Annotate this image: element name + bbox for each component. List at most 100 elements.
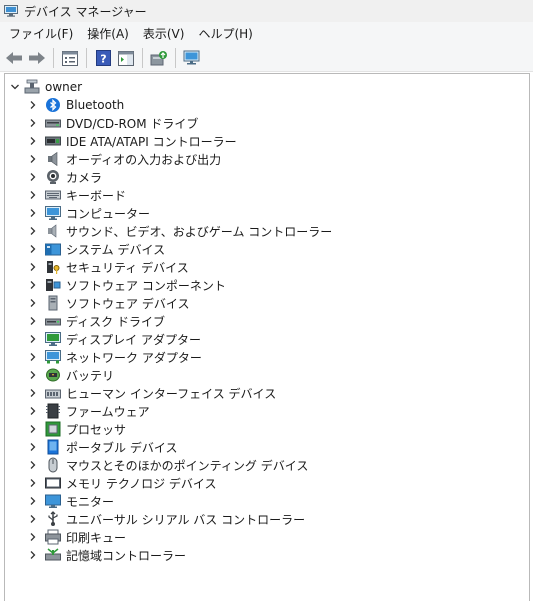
tree-item-usb[interactable]: ユニバーサル シリアル バス コントローラー <box>28 510 305 528</box>
chevron-right-icon[interactable] <box>28 528 38 546</box>
tree-item-software-component[interactable]: ソフトウェア コンポーネント <box>28 276 226 294</box>
keyboard-icon <box>45 187 61 203</box>
toolbar-separator <box>53 48 54 68</box>
tree-item-bluetooth[interactable]: Bluetooth <box>28 96 124 114</box>
tree-item-label: ソフトウェア コンポーネント <box>66 278 226 293</box>
chevron-right-icon[interactable] <box>28 402 38 420</box>
tree-item-keyboard[interactable]: キーボード <box>28 186 126 204</box>
update-driver-button[interactable] <box>148 47 170 69</box>
tree-item-software-device[interactable]: ソフトウェア デバイス <box>28 294 189 312</box>
menu-file[interactable]: ファイル(F) <box>4 23 78 45</box>
toolbar: ? <box>0 45 533 72</box>
chevron-right-icon[interactable] <box>28 492 38 510</box>
device-manager-app-icon <box>4 5 18 17</box>
tree-item-network-adapter[interactable]: ネットワーク アダプター <box>28 348 202 366</box>
scan-hardware-button[interactable] <box>181 47 203 69</box>
tree-item-label: モニター <box>66 494 115 509</box>
chevron-right-icon[interactable] <box>28 294 38 312</box>
chevron-right-icon[interactable] <box>28 96 38 114</box>
tree-item-processor[interactable]: プロセッサ <box>28 420 126 438</box>
tree-item-disk-drive[interactable]: ディスク ドライブ <box>28 312 165 330</box>
tree-item-label: サウンド、ビデオ、およびゲーム コントローラー <box>66 224 333 239</box>
tree-root-label: owner <box>45 80 83 94</box>
chevron-down-icon[interactable] <box>10 78 20 96</box>
dvd-drive-icon <box>45 115 61 131</box>
processor-icon <box>45 421 61 437</box>
chevron-right-icon[interactable] <box>28 456 38 474</box>
tree-item-computer-monitor[interactable]: コンピューター <box>28 204 150 222</box>
tree-item-portable-device[interactable]: ポータブル デバイス <box>28 438 177 456</box>
back-arrow-icon <box>6 52 22 64</box>
tree-item-security-device[interactable]: セキュリティ デバイス <box>28 258 189 276</box>
chevron-right-icon[interactable] <box>28 132 38 150</box>
title-bar: デバイス マネージャー <box>0 0 533 22</box>
chevron-right-icon[interactable] <box>28 510 38 528</box>
chevron-right-icon[interactable] <box>28 204 38 222</box>
chevron-right-icon[interactable] <box>28 114 38 132</box>
chevron-right-icon[interactable] <box>28 384 38 402</box>
menu-bar: ファイル(F) 操作(A) 表示(V) ヘルプ(H) <box>0 22 533 45</box>
tree-item-hid[interactable]: ヒューマン インターフェイス デバイス <box>28 384 276 402</box>
chevron-right-icon[interactable] <box>28 366 38 384</box>
tree-item-label: IDE ATA/ATAPI コントローラー <box>66 134 237 149</box>
tree-item-storage-controller[interactable]: 記憶域コントローラー <box>28 546 186 564</box>
ide-controller-icon <box>45 133 61 149</box>
update-driver-icon <box>150 51 167 66</box>
tree-item-speaker[interactable]: オーディオの入力および出力 <box>28 150 221 168</box>
tree-item-display-adapter[interactable]: ディスプレイ アダプター <box>28 330 201 348</box>
tree-item-ide-controller[interactable]: IDE ATA/ATAPI コントローラー <box>28 132 237 150</box>
tree-item-firmware[interactable]: ファームウェア <box>28 402 150 420</box>
tree-item-label: コンピューター <box>66 206 151 221</box>
sound-icon <box>45 223 61 239</box>
computer-monitor-icon <box>45 205 61 221</box>
action-pane-button[interactable] <box>115 47 137 69</box>
tree-item-dvd-drive[interactable]: DVD/CD-ROM ドライブ <box>28 114 198 132</box>
tree-item-camera[interactable]: カメラ <box>28 168 102 186</box>
chevron-right-icon[interactable] <box>28 420 38 438</box>
chevron-right-icon[interactable] <box>28 546 38 564</box>
tree-item-system-devices[interactable]: システム デバイス <box>28 240 165 258</box>
tree-item-monitor[interactable]: モニター <box>28 492 114 510</box>
chevron-right-icon[interactable] <box>28 330 38 348</box>
toolbar-separator <box>142 48 143 68</box>
tree-item-printer[interactable]: 印刷キュー <box>28 528 126 546</box>
chevron-right-icon[interactable] <box>28 474 38 492</box>
tree-item-label: ポータブル デバイス <box>66 440 178 455</box>
chevron-right-icon[interactable] <box>28 258 38 276</box>
tree-item-mouse[interactable]: マウスとそのほかのポインティング デバイス <box>28 456 308 474</box>
forward-button[interactable] <box>26 47 48 69</box>
back-button[interactable] <box>3 47 25 69</box>
menu-view[interactable]: 表示(V) <box>138 23 190 45</box>
device-tree: owner Bluetooth DVD/CD-ROM ドライブ IDE ATA/AT… <box>4 73 530 601</box>
toolbar-separator <box>175 48 176 68</box>
software-device-icon <box>45 295 61 311</box>
chevron-right-icon[interactable] <box>28 240 38 258</box>
usb-icon <box>45 511 61 527</box>
chevron-right-icon[interactable] <box>28 168 38 186</box>
tree-item-label: Bluetooth <box>66 98 125 112</box>
tree-item-label: キーボード <box>66 188 127 203</box>
tree-item-memory-tech[interactable]: メモリ テクノロジ デバイス <box>28 474 217 492</box>
chevron-right-icon[interactable] <box>28 150 38 168</box>
tree-item-label: ヒューマン インターフェイス デバイス <box>66 386 277 401</box>
tree-root[interactable]: owner <box>10 78 82 96</box>
tree-item-label: カメラ <box>66 170 103 185</box>
help-button[interactable]: ? <box>92 47 114 69</box>
menu-help[interactable]: ヘルプ(H) <box>193 23 257 45</box>
properties-icon <box>62 50 78 66</box>
battery-icon <box>45 367 61 383</box>
portable-device-icon <box>45 439 61 455</box>
tree-item-sound[interactable]: サウンド、ビデオ、およびゲーム コントローラー <box>28 222 332 240</box>
chevron-right-icon[interactable] <box>28 276 38 294</box>
properties-button[interactable] <box>59 47 81 69</box>
menu-action[interactable]: 操作(A) <box>82 23 134 45</box>
chevron-right-icon[interactable] <box>28 186 38 204</box>
tree-item-battery[interactable]: バッテリ <box>28 366 114 384</box>
tree-item-label: システム デバイス <box>66 242 166 257</box>
chevron-right-icon[interactable] <box>28 438 38 456</box>
chevron-right-icon[interactable] <box>28 312 38 330</box>
chevron-right-icon[interactable] <box>28 222 38 240</box>
tree-item-label: ディスプレイ アダプター <box>66 332 201 347</box>
tree-item-label: オーディオの入力および出力 <box>66 152 222 167</box>
chevron-right-icon[interactable] <box>28 348 38 366</box>
